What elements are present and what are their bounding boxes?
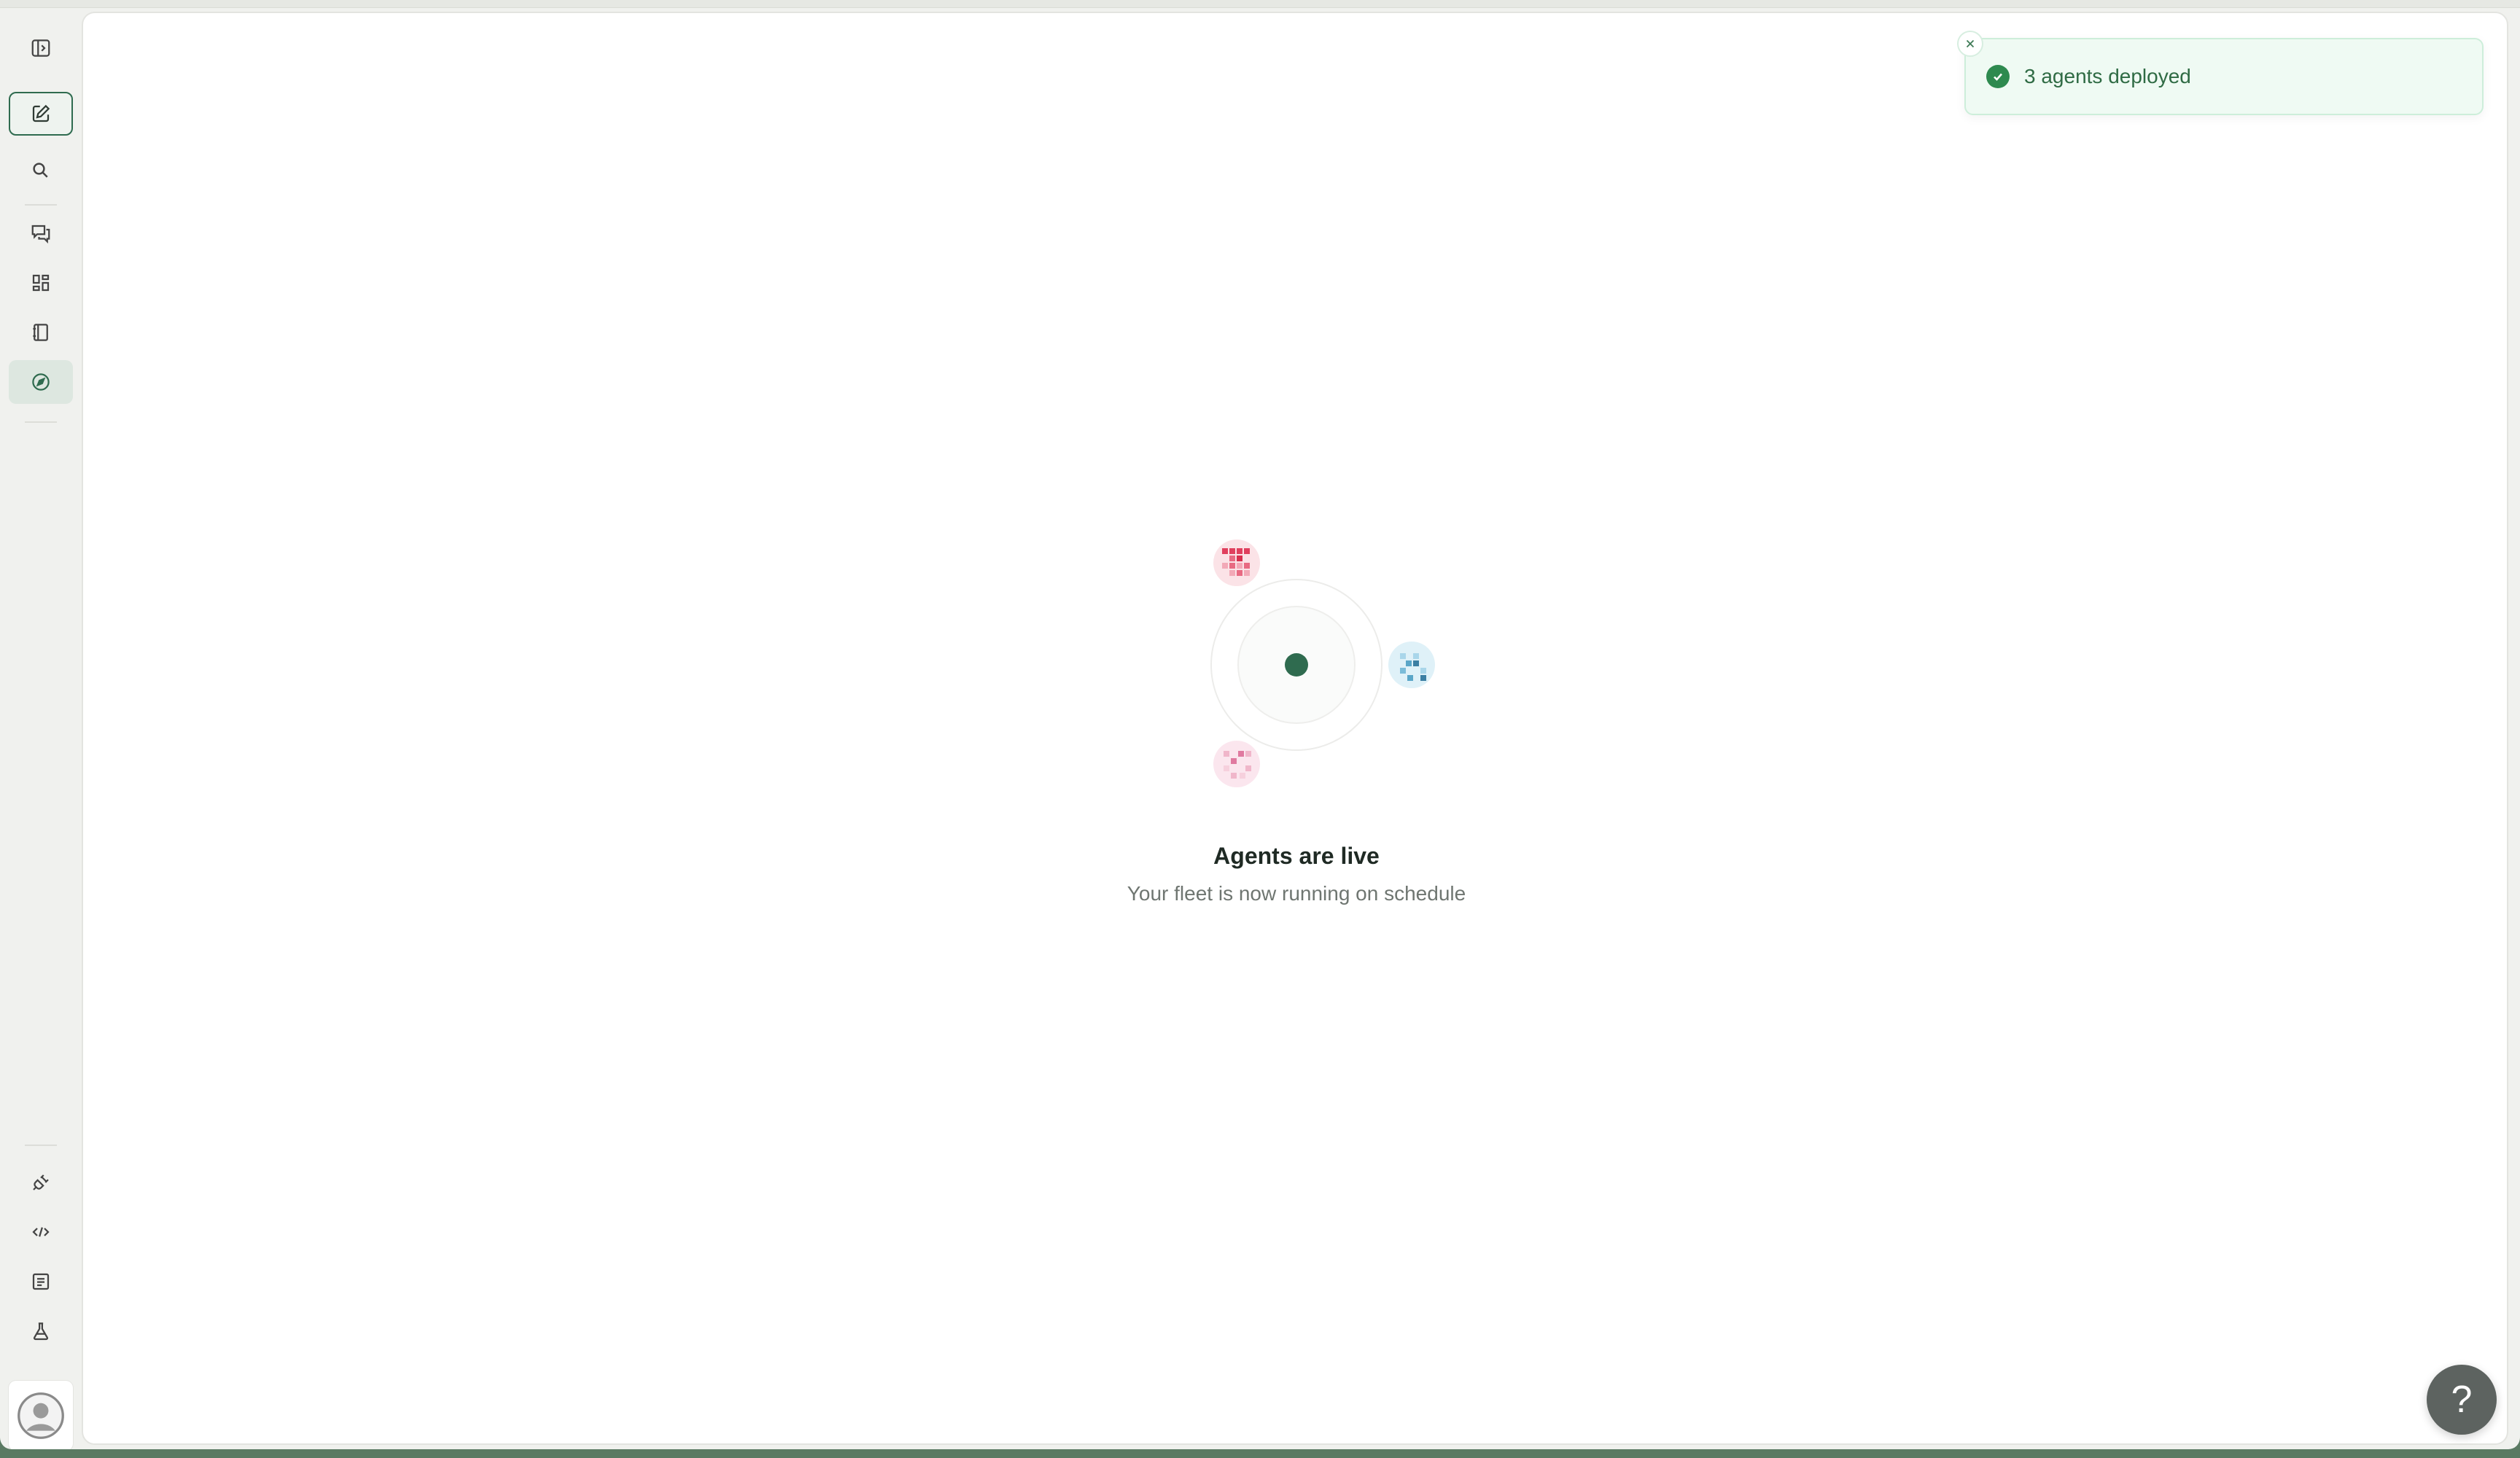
explore-button[interactable] [9, 360, 73, 404]
toast-close-button[interactable] [1957, 31, 1983, 57]
search-button[interactable] [9, 149, 73, 192]
notebook-button[interactable] [9, 311, 73, 354]
integrations-button[interactable] [9, 1161, 73, 1204]
logs-button[interactable] [9, 1260, 73, 1303]
developer-button[interactable] [9, 1210, 73, 1254]
sidebar-divider [25, 1145, 57, 1146]
compass-icon [32, 373, 50, 391]
toggle-sidebar-button[interactable] [9, 26, 73, 70]
labs-button[interactable] [9, 1309, 73, 1353]
document-icon [32, 1273, 50, 1290]
app-window: Agents are live Your fleet is now runnin… [0, 0, 2520, 1449]
agents-orbit-illustration [1210, 539, 1435, 787]
avatar-icon [18, 1392, 64, 1439]
success-check-icon [1986, 65, 2010, 88]
code-icon [32, 1227, 50, 1237]
flask-icon [33, 1322, 49, 1341]
status-subtitle: Your fleet is now running on schedule [1127, 882, 1466, 905]
sidebar-panel-icon [31, 39, 50, 57]
close-icon [1966, 39, 1975, 48]
status-title: Agents are live [1213, 843, 1380, 869]
sidebar [0, 10, 82, 1449]
window-top-edge [0, 0, 2520, 8]
grid-icon [32, 274, 50, 292]
search-icon [33, 163, 48, 178]
agent-avatar-red [1213, 539, 1260, 586]
core-dot [1285, 653, 1308, 677]
dashboard-button[interactable] [9, 261, 73, 305]
compose-icon [32, 104, 50, 122]
profile-button[interactable] [9, 1381, 73, 1449]
agent-avatar-pink [1213, 741, 1260, 787]
toast-message: 3 agents deployed [2024, 65, 2191, 87]
agent-avatar-blue [1388, 642, 1435, 688]
help-button[interactable]: ? [2427, 1365, 2497, 1435]
new-chat-button[interactable] [9, 92, 73, 136]
notebook-icon [33, 324, 48, 341]
sidebar-divider [25, 421, 57, 423]
conversations-button[interactable] [9, 211, 73, 255]
chat-bubbles-icon [31, 225, 50, 243]
sidebar-divider [25, 204, 57, 206]
plug-icon [33, 1174, 49, 1190]
